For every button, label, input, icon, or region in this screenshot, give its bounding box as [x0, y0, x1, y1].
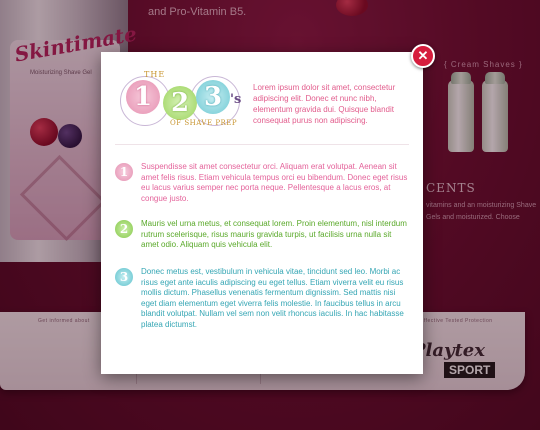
step-number-badge: 1 — [115, 163, 133, 181]
shave-prep-logo: THE 1 2 3 's OF SHAVE PREP — [118, 68, 244, 134]
logo-tagline: OF SHAVE PREP — [170, 119, 238, 127]
close-button[interactable]: ✕ — [411, 44, 435, 68]
modal-divider — [115, 144, 409, 145]
step-text: Mauris vel urna metus, et consequat lore… — [141, 219, 407, 250]
logo-the: THE — [144, 70, 166, 79]
logo-number-2: 2 — [163, 86, 197, 120]
step-text: Donec metus est, vestibulum in vehicula … — [141, 267, 404, 329]
logo-number-1: 1 — [126, 80, 160, 114]
logo-suffix: 's — [230, 92, 242, 107]
step-number-badge: 2 — [115, 220, 133, 238]
logo-number-3: 3 — [196, 80, 230, 114]
modal-intro-text: Lorem ipsum dolor sit amet, consectetur … — [253, 83, 396, 125]
step-text: Suspendisse sit amet consectetur orci. A… — [141, 162, 408, 203]
close-icon: ✕ — [417, 48, 429, 63]
step-number-badge: 3 — [115, 268, 133, 286]
shave-prep-modal: THE 1 2 3 's OF SHAVE PREP Lorem ipsum d… — [101, 52, 423, 374]
